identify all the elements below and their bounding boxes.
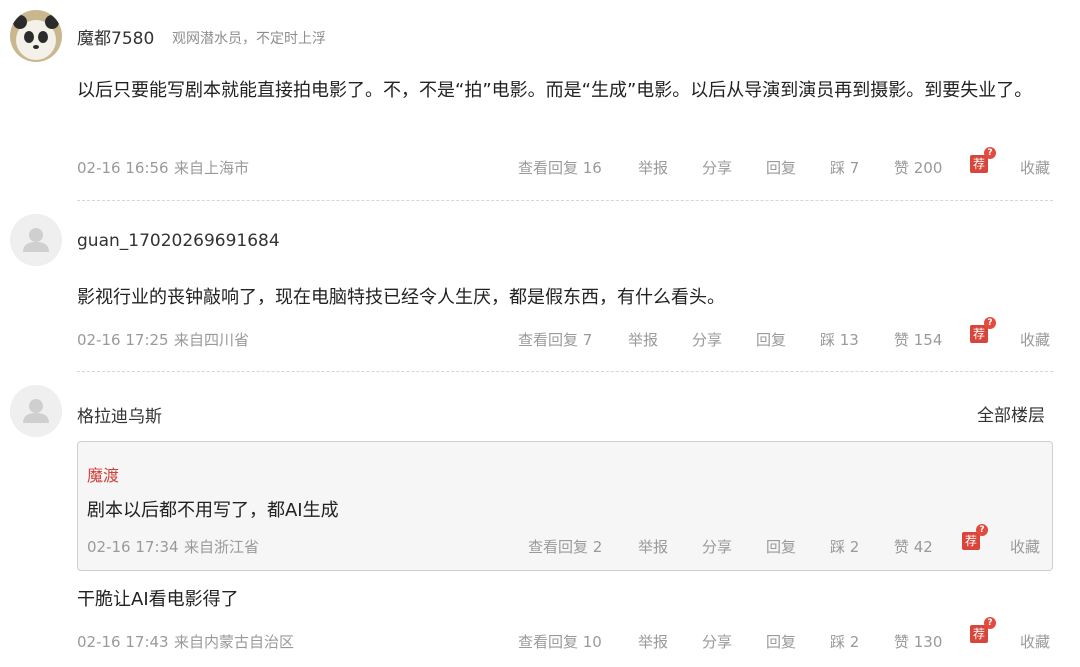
recommend-icon[interactable]: 荐 ? [970,317,996,343]
like-button[interactable]: 赞 42 [894,536,933,558]
like-button[interactable]: 赞 200 [894,157,942,179]
question-badge-icon: ? [976,524,988,536]
dislike-button[interactable]: 踩 7 [830,157,859,179]
avatar-default[interactable] [10,385,62,437]
report-link[interactable]: 举报 [638,157,668,179]
comment-location: 来自浙江省 [184,538,260,556]
comment-time: 02-16 17:34 [87,538,179,556]
comment-time: 02-16 17:25 [77,331,169,349]
comment-location: 来自内蒙古自治区 [174,633,295,651]
collect-link[interactable]: 收藏 [1020,157,1050,179]
view-replies-link[interactable]: 查看回复 16 [518,157,602,179]
share-link[interactable]: 分享 [702,631,732,653]
comment-body: 干脆让AI看电影得了 [77,589,239,610]
recommend-icon[interactable]: 荐 ? [970,617,996,643]
share-link[interactable]: 分享 [692,329,722,351]
share-link[interactable]: 分享 [702,157,732,179]
reply-link[interactable]: 回复 [766,536,796,558]
user-tag: 观网潜水员，不定时上浮 [172,31,326,47]
recommend-icon[interactable]: 荐 ? [962,524,988,550]
avatar-panda[interactable] [10,10,62,62]
collect-link[interactable]: 收藏 [1020,631,1050,653]
comment-username[interactable]: guan_17020269691684 [77,231,280,251]
view-replies-link[interactable]: 查看回复 10 [518,631,602,653]
view-replies-link[interactable]: 查看回复 2 [528,536,602,558]
comment-username[interactable]: 格拉迪乌斯 [77,402,162,427]
comment-location: 来自上海市 [174,159,250,177]
collect-link[interactable]: 收藏 [1020,329,1050,351]
like-button[interactable]: 赞 154 [894,329,942,351]
question-badge-icon: ? [984,617,996,629]
comment-meta: 02-16 16:56 来自上海市 查看回复 16 举报 分享 回复 踩 7 赞… [77,147,1053,179]
recommend-icon[interactable]: 荐 ? [970,147,996,173]
collect-link[interactable]: 收藏 [1010,536,1040,558]
dislike-button[interactable]: 踩 2 [830,536,859,558]
comment-username[interactable]: 魔都7580 [77,24,154,49]
dislike-button[interactable]: 踩 13 [820,329,859,351]
quoted-meta: 02-16 17:34 来自浙江省 查看回复 2 举报 分享 回复 踩 2 赞 … [87,524,1043,558]
report-link[interactable]: 举报 [638,536,668,558]
reply-link[interactable]: 回复 [766,631,796,653]
quoted-body: 剧本以后都不用写了，都AI生成 [87,500,339,521]
comment-time: 02-16 16:56 [77,159,169,177]
comment-time: 02-16 17:43 [77,633,169,651]
comment-meta: 02-16 17:25 来自四川省 查看回复 7 举报 分享 回复 踩 13 赞… [77,317,1053,351]
like-button[interactable]: 赞 130 [894,631,942,653]
dislike-button[interactable]: 踩 2 [830,631,859,653]
comment-location: 来自四川省 [174,331,250,349]
view-replies-link[interactable]: 查看回复 7 [518,329,592,351]
quoted-username[interactable]: 魔渡 [87,462,119,486]
comment-body: 影视行业的丧钟敲响了，现在电脑特技已经令人生厌，都是假东西，有什么看头。 [77,287,725,308]
comment-divider [77,371,1053,372]
report-link[interactable]: 举报 [628,329,658,351]
share-link[interactable]: 分享 [702,536,732,558]
reply-link[interactable]: 回复 [766,157,796,179]
comment-meta: 02-16 17:43 来自内蒙古自治区 查看回复 10 举报 分享 回复 踩 … [77,617,1053,653]
question-badge-icon: ? [984,317,996,329]
question-badge-icon: ? [984,147,996,159]
all-floors-link[interactable]: 全部楼层 [977,401,1045,426]
comment-body: 以后只要能写剧本就能直接拍电影了。不，不是“拍”电影。而是“生成”电影。以后从导… [77,80,1033,101]
avatar-default[interactable] [10,214,62,266]
reply-link[interactable]: 回复 [756,329,786,351]
comment-divider [77,200,1053,201]
quoted-comment: 魔渡 剧本以后都不用写了，都AI生成 02-16 17:34 来自浙江省 查看回… [77,441,1053,571]
report-link[interactable]: 举报 [638,631,668,653]
